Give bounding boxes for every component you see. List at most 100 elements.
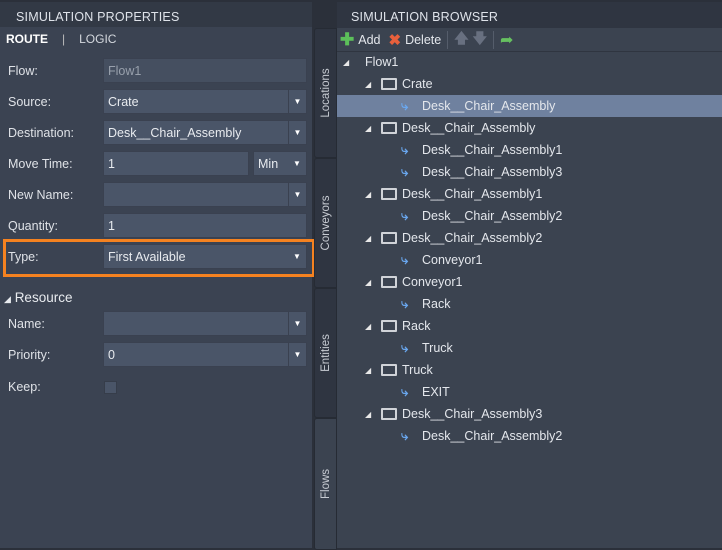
tree-item[interactable]: ◢ Flow1 <box>337 51 722 73</box>
browser-toolbar: ✚ Add ✖ Delete 🡅 🡇 ➦ <box>337 28 722 52</box>
location-icon <box>381 232 397 244</box>
toolbar-divider <box>493 30 495 49</box>
add-label: Add <box>358 32 381 47</box>
tree-item-label: Desk__Chair_Assembly3 <box>402 407 543 421</box>
resource-name-select[interactable]: ▼ <box>103 311 307 336</box>
expand-triangle-icon[interactable]: ◢ <box>365 234 371 243</box>
side-tab-flows[interactable]: Flows <box>314 418 337 550</box>
chevron-down-icon[interactable]: ▼ <box>288 121 306 144</box>
tree-item-label: Truck <box>422 341 453 355</box>
expand-triangle-icon[interactable]: ◢ <box>365 80 371 89</box>
flow-label: Flow: <box>8 64 38 78</box>
tree-item[interactable]: ◢ Desk__Chair_Assembly1 <box>337 183 722 205</box>
tree-item[interactable]: ◢ Rack <box>337 315 722 337</box>
tree-item[interactable]: ◢ Conveyor1 <box>337 271 722 293</box>
priority-label: Priority: <box>8 348 51 362</box>
expand-triangle-icon[interactable]: ◢ <box>365 322 371 331</box>
properties-tabs: ROUTE | LOGIC <box>6 32 116 46</box>
tab-label: Flows <box>319 468 332 500</box>
tree-item-label: Flow1 <box>365 55 399 69</box>
tree-item[interactable]: ◢ Crate <box>337 73 722 95</box>
tree-item-label: Desk__Chair_Assembly2 <box>422 209 563 223</box>
move-time-input[interactable]: 1 <box>103 151 249 176</box>
tab-logic[interactable]: LOGIC <box>79 32 116 46</box>
tree-item[interactable]: ◢ Desk__Chair_Assembly3 <box>337 403 722 425</box>
chevron-down-icon[interactable]: ▼ <box>288 183 306 206</box>
side-tab-conveyors[interactable]: Conveyors <box>314 158 337 288</box>
tree-item-label: Desk__Chair_Assembly <box>402 121 536 135</box>
destination-select[interactable]: Desk__Chair_Assembly ▼ <box>103 120 307 145</box>
toolbar-divider <box>447 30 449 49</box>
flow-field[interactable]: Flow1 <box>103 58 307 83</box>
tree-item[interactable]: ⤷ Desk__Chair_Assembly3 <box>337 161 722 183</box>
location-icon <box>381 364 397 376</box>
priority-select[interactable]: 0 ▼ <box>103 342 307 367</box>
tree-item[interactable]: ⤷ EXIT <box>337 381 722 403</box>
tree-item[interactable]: ⤷ Conveyor1 <box>337 249 722 271</box>
keep-checkbox[interactable] <box>104 381 117 394</box>
redirect-arrow-icon[interactable]: ➦ <box>500 30 513 50</box>
expand-triangle-icon[interactable]: ◢ <box>365 124 371 133</box>
tree-item[interactable]: ◢ Desk__Chair_Assembly <box>337 117 722 139</box>
tree-item[interactable]: ⤷ Desk__Chair_Assembly <box>337 95 722 117</box>
side-tab-locations[interactable]: Locations <box>314 28 337 158</box>
tree-item[interactable]: ⤷ Truck <box>337 337 722 359</box>
tree-item-label: Desk__Chair_Assembly1 <box>402 187 543 201</box>
flow-arrow-icon: ⤷ <box>401 252 409 267</box>
panel-title: SIMULATION PROPERTIES <box>0 2 312 27</box>
flow-arrow-icon: ⤷ <box>401 296 409 311</box>
chevron-down-icon[interactable]: ▼ <box>288 343 306 366</box>
chevron-down-icon[interactable]: ▼ <box>288 312 306 335</box>
tree-item-label: Rack <box>402 319 431 333</box>
unit-value: Min <box>258 157 279 171</box>
highlight-box <box>3 239 315 277</box>
tree-item-label: Desk__Chair_Assembly2 <box>402 231 543 245</box>
tree-item-label: Conveyor1 <box>402 275 463 289</box>
resource-title: Resource <box>14 290 73 305</box>
quantity-input[interactable]: 1 <box>103 213 307 238</box>
location-icon <box>381 78 397 90</box>
quantity-label: Quantity: <box>8 219 59 233</box>
source-value: Crate <box>108 95 139 109</box>
move-time-unit-select[interactable]: Min ▼ <box>253 151 307 176</box>
delete-button[interactable]: ✖ Delete <box>389 31 442 49</box>
tree-item-label: Desk__Chair_Assembly <box>422 99 556 113</box>
move-up-arrow-icon[interactable]: 🡅 <box>454 28 468 52</box>
expand-triangle-icon[interactable]: ◢ <box>365 410 371 419</box>
tree-item[interactable]: ⤷ Desk__Chair_Assembly2 <box>337 425 722 447</box>
tree-item[interactable]: ⤷ Rack <box>337 293 722 315</box>
tree-item-label: Conveyor1 <box>422 253 483 267</box>
tree-item[interactable]: ⤷ Desk__Chair_Assembly1 <box>337 139 722 161</box>
tree-item[interactable]: ⤷ Desk__Chair_Assembly2 <box>337 205 722 227</box>
tree-item[interactable]: ◢ Truck <box>337 359 722 381</box>
tree-item-label: Rack <box>422 297 451 311</box>
priority-value: 0 <box>108 348 115 362</box>
expand-triangle-icon: ◢ <box>4 294 11 304</box>
location-icon <box>381 320 397 332</box>
tree-item-label: Crate <box>402 77 433 91</box>
source-select[interactable]: Crate ▼ <box>103 89 307 114</box>
expand-triangle-icon[interactable]: ◢ <box>365 190 371 199</box>
expand-triangle-icon[interactable]: ◢ <box>365 278 371 287</box>
keep-label: Keep: <box>8 380 41 394</box>
tab-label: Locations <box>319 68 332 118</box>
tree-item-label: EXIT <box>422 385 450 399</box>
expand-triangle-icon[interactable]: ◢ <box>365 366 371 375</box>
chevron-down-icon[interactable]: ▼ <box>288 90 306 113</box>
side-tab-entities[interactable]: Entities <box>314 288 337 418</box>
new-name-select[interactable]: ▼ <box>103 182 307 207</box>
tree-item[interactable]: ◢ Desk__Chair_Assembly2 <box>337 227 722 249</box>
chevron-down-icon[interactable]: ▼ <box>288 152 306 175</box>
flow-arrow-icon: ⤷ <box>401 340 409 355</box>
add-button[interactable]: ✚ Add <box>340 30 381 50</box>
tab-route[interactable]: ROUTE <box>6 32 48 46</box>
move-down-arrow-icon[interactable]: 🡇 <box>473 28 487 52</box>
location-icon <box>381 122 397 134</box>
simulation-properties-panel: SIMULATION PROPERTIES ROUTE | LOGIC Flow… <box>0 2 315 548</box>
plus-icon: ✚ <box>340 29 355 49</box>
expand-triangle-icon[interactable]: ◢ <box>343 58 349 67</box>
flow-arrow-icon: ⤷ <box>401 98 409 113</box>
flow-arrow-icon: ⤷ <box>401 384 409 399</box>
tab-label: Conveyors <box>319 195 332 251</box>
resource-section-header[interactable]: ◢ Resource <box>4 290 72 305</box>
